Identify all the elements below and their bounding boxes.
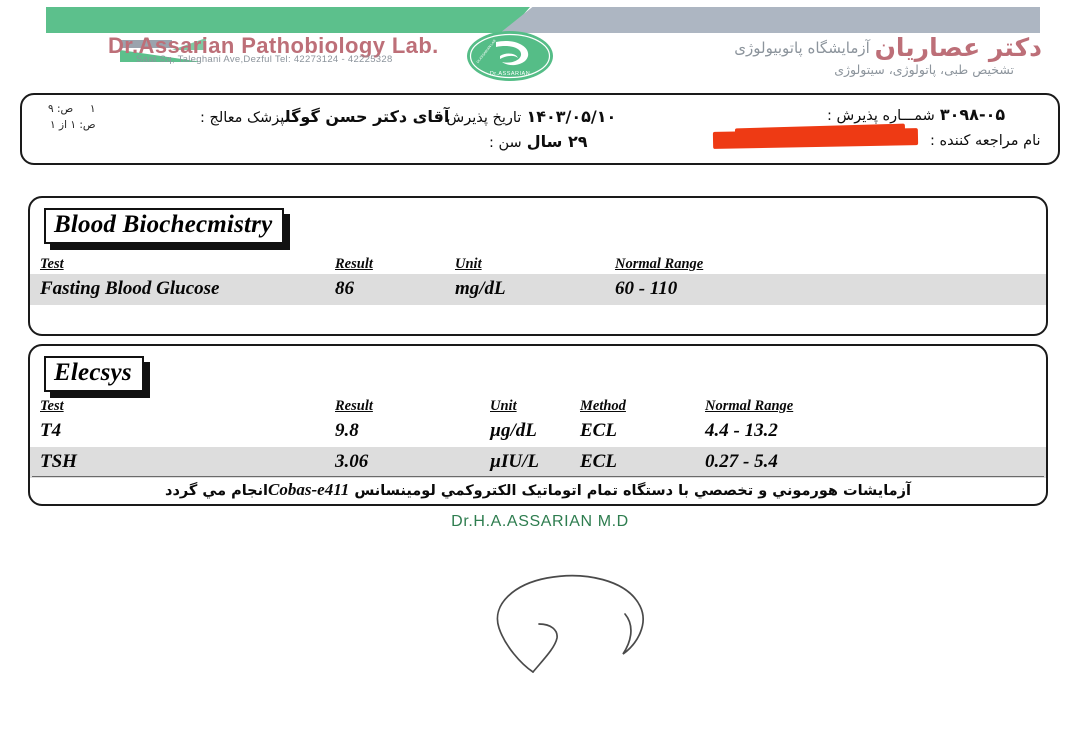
signing-doctor-name: Dr.H.A.ASSARIAN M.D [451, 513, 629, 530]
footnote-divider [32, 476, 1044, 477]
admission-no-field: ۳۰۹۸-۰۵ شمـــاره پذیرش : [827, 105, 1005, 124]
section-title-biochem-wrap: Blood Biochecmistry [44, 208, 291, 250]
col-header-result: Result [335, 256, 373, 272]
cell-unit: mg/dL [455, 274, 615, 305]
lab-services-fa: تشخیص طبی، پاتولوژی، سیتولوژی [834, 62, 1014, 77]
cell-test-name: TSH [30, 447, 335, 478]
logo-text: Dr.ASSARIAN [490, 71, 530, 77]
letterhead: Dr.Assarian Pathobiology Lab. Saat Sq, T… [0, 0, 1080, 92]
cell-method: ECL [580, 420, 617, 441]
cell-test-name: Fasting Blood Glucose [30, 274, 335, 305]
table-row: Fasting Blood Glucose 86 mg/dL 60 - 110 [30, 274, 1046, 305]
page-indicator-line1: ص: ۹ [48, 103, 74, 115]
handwritten-signature [485, 572, 675, 677]
lab-address-en: Saat Sq, Taleghani Ave,Dezful Tel: 42273… [136, 54, 393, 65]
page-indicator: ۱ ص: ۹ ص: ۱ از ۱ [48, 101, 96, 134]
table-blood-biochemistry: Test Result Unit Normal Range Fasting Bl… [30, 254, 1046, 305]
col-header-normal-range: Normal Range [615, 256, 704, 272]
section-title-elecsys-wrap: Elecsys [44, 356, 150, 398]
physician-field: آقای دکتر حسن گوگلپزشک معالج : [200, 107, 449, 126]
cell-normal-range: 4.4 - 13.2 [705, 420, 778, 441]
admission-date-value: ۱۴۰۳/۰۵/۱۰ [526, 107, 617, 126]
admission-no-value: ۳۰۹۸-۰۵ [939, 105, 1006, 124]
patient-name-label: نام مراجعه کننده : [930, 133, 1041, 149]
section-title-biochem: Blood Biochecmistry [44, 208, 285, 244]
cell-method: ECL [580, 447, 705, 478]
footnote-text-before: آزمایشات هورموني و تخصصي با دستگاه تمام … [349, 483, 911, 499]
col-header-result: Result [335, 398, 373, 414]
age-field: ۲۹ سال سن : [489, 132, 588, 151]
header-green-bar [46, 7, 496, 33]
col-header-unit: Unit [455, 256, 482, 272]
admission-no-label: شمـــاره پذیرش : [827, 108, 935, 124]
page-indicator-line2: ص: ۱ از ۱ [50, 119, 96, 132]
col-header-method: Method [580, 398, 626, 414]
table-row: T4 9.8 µg/dL ECL 4.4 - 13.2 [30, 416, 1046, 447]
admission-date-field: ۱۴۰۳/۰۵/۱۰ تاریخ پذیرش : [437, 107, 616, 126]
lab-logo-icon: Dr.ASSARIAN Dr.ASSARIAN LAB [466, 30, 554, 82]
cell-normal-range: 60 - 110 [615, 274, 915, 305]
col-header-test: Test [40, 256, 64, 272]
elecsys-footnote: آزمایشات هورموني و تخصصي با دستگاه تمام … [30, 480, 1046, 500]
table-elecsys: Test Result Unit Method Normal Range T4 … [30, 396, 1046, 478]
page-indicator-num: ۱ [89, 103, 96, 115]
cell-normal-range: 0.27 - 5.4 [705, 447, 965, 478]
panel-blood-biochemistry: Blood Biochecmistry Test Result Unit Nor… [28, 196, 1048, 336]
age-value: ۲۹ سال [526, 132, 588, 151]
cell-result: 3.06 [335, 447, 490, 478]
admission-date-label: تاریخ پذیرش : [437, 110, 522, 126]
lab-name-fa: دکتر عصاریان آزمایشگاه پاتوبیولوژی [734, 33, 1042, 62]
table-header-row: Test Result Unit Normal Range [30, 254, 1046, 274]
panel-elecsys: Elecsys Test Result Unit Method Normal R… [28, 344, 1048, 506]
cell-unit: µIU/L [490, 447, 580, 478]
footnote-text-after: انجام مي گردد [165, 483, 269, 499]
section-title-elecsys: Elecsys [44, 356, 144, 392]
col-header-normal-range: Normal Range [705, 398, 794, 414]
cell-result: 9.8 [335, 420, 359, 441]
age-label: سن : [489, 135, 522, 151]
table-row: TSH 3.06 µIU/L ECL 0.27 - 5.4 [30, 447, 1046, 478]
lab-name-fa-prefix: آزمایشگاه پاتوبیولوژی [734, 39, 870, 57]
physician-label: پزشک معالج : [200, 110, 285, 126]
header-gray-bar [500, 7, 1040, 33]
cell-test-name: T4 [40, 420, 62, 441]
footnote-device-name: Cobas-e411 [268, 480, 350, 499]
physician-value: آقای دکتر حسن گوگل [284, 107, 450, 126]
col-header-test: Test [40, 398, 64, 414]
table-header-row: Test Result Unit Method Normal Range [30, 396, 1046, 416]
lab-name-fa-main: دکتر عصاریان [874, 33, 1042, 62]
cell-unit: µg/dL [490, 420, 537, 441]
cell-result: 86 [335, 274, 455, 305]
col-header-unit: Unit [490, 398, 517, 414]
